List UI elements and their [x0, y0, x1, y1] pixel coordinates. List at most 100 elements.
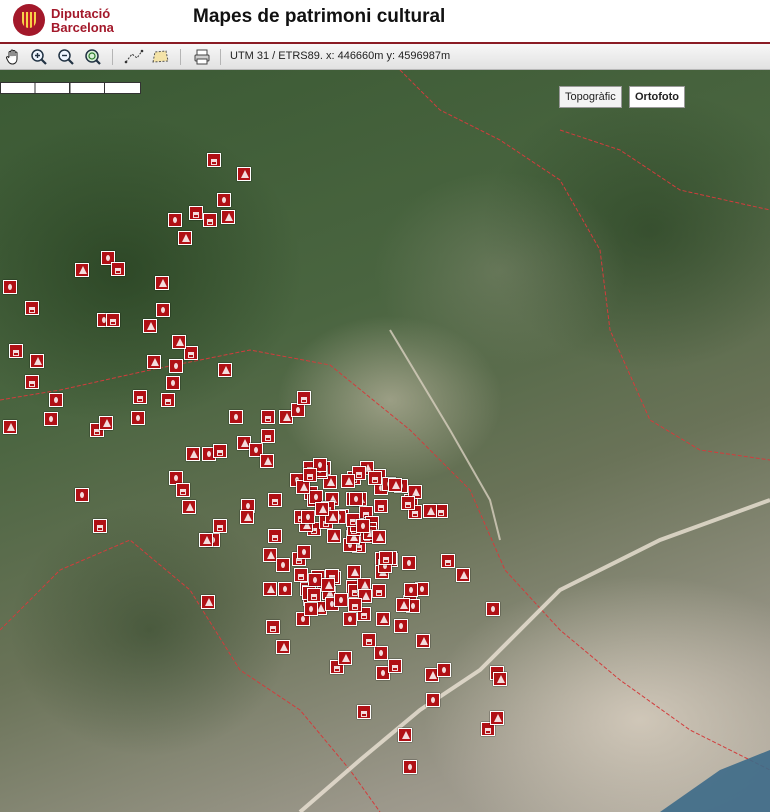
heritage-marker[interactable] [169, 359, 183, 373]
heritage-marker[interactable] [493, 672, 507, 686]
heritage-marker[interactable] [166, 376, 180, 390]
heritage-marker[interactable] [372, 584, 387, 599]
heritage-marker[interactable] [404, 582, 419, 597]
heritage-marker[interactable] [143, 319, 157, 333]
heritage-marker[interactable] [374, 646, 388, 660]
heritage-marker[interactable] [394, 619, 408, 633]
heritage-marker[interactable] [349, 492, 364, 507]
heritage-marker[interactable] [218, 363, 232, 377]
measure-distance-icon[interactable] [124, 47, 144, 67]
heritage-marker[interactable] [240, 510, 254, 524]
heritage-marker[interactable] [147, 355, 161, 369]
heritage-marker[interactable] [75, 263, 89, 277]
heritage-marker[interactable] [348, 598, 362, 613]
heritage-marker[interactable] [268, 529, 282, 543]
heritage-marker[interactable] [260, 454, 274, 468]
measure-area-icon[interactable] [150, 47, 170, 67]
heritage-marker[interactable] [400, 496, 415, 511]
heritage-marker[interactable] [343, 612, 357, 626]
heritage-marker[interactable] [182, 500, 196, 514]
heritage-marker[interactable] [294, 567, 308, 582]
heritage-marker[interactable] [307, 588, 322, 603]
hand-pan-icon[interactable] [3, 47, 23, 67]
heritage-marker[interactable] [75, 488, 89, 502]
heritage-marker[interactable] [106, 313, 120, 327]
heritage-marker[interactable] [426, 693, 440, 707]
heritage-marker[interactable] [401, 556, 416, 571]
heritage-marker[interactable] [347, 565, 362, 580]
heritage-marker[interactable] [297, 391, 311, 405]
heritage-marker[interactable] [373, 498, 388, 513]
heritage-marker[interactable] [221, 210, 235, 224]
heritage-marker[interactable] [372, 530, 387, 545]
heritage-marker[interactable] [416, 634, 430, 648]
heritage-marker[interactable] [213, 519, 227, 533]
heritage-marker[interactable] [25, 301, 39, 315]
zoom-in-icon[interactable] [29, 47, 49, 67]
topographic-layer-button[interactable]: Topogràfic [559, 86, 622, 108]
heritage-marker[interactable] [423, 504, 437, 518]
heritage-marker[interactable] [229, 410, 243, 424]
diputacio-logo[interactable]: Diputació Barcelona [13, 4, 143, 40]
heritage-marker[interactable] [367, 470, 382, 485]
heritage-marker[interactable] [263, 582, 277, 596]
heritage-marker[interactable] [295, 480, 310, 495]
heritage-marker[interactable] [437, 663, 451, 677]
heritage-marker[interactable] [207, 153, 221, 167]
heritage-marker[interactable] [199, 533, 213, 547]
heritage-marker[interactable] [3, 280, 17, 294]
heritage-marker[interactable] [161, 393, 175, 407]
heritage-marker[interactable] [303, 601, 318, 616]
heritage-marker[interactable] [490, 711, 504, 725]
heritage-marker[interactable] [93, 519, 107, 533]
heritage-marker[interactable] [387, 477, 402, 492]
heritage-marker[interactable] [315, 502, 330, 517]
heritage-marker[interactable] [186, 447, 200, 461]
heritage-marker[interactable] [296, 545, 311, 560]
print-icon[interactable] [192, 47, 212, 67]
heritage-marker[interactable] [326, 528, 341, 543]
heritage-marker[interactable] [213, 444, 227, 458]
heritage-marker[interactable] [291, 403, 305, 417]
heritage-marker[interactable] [356, 519, 371, 534]
heritage-marker[interactable] [396, 598, 410, 613]
heritage-marker[interactable] [302, 467, 317, 482]
heritage-marker[interactable] [178, 231, 192, 245]
heritage-marker[interactable] [362, 633, 376, 647]
heritage-marker[interactable] [172, 335, 186, 349]
heritage-marker[interactable] [263, 548, 277, 562]
heritage-marker[interactable] [320, 578, 335, 593]
heritage-marker[interactable] [217, 193, 231, 207]
heritage-marker[interactable] [155, 276, 169, 290]
heritage-marker[interactable] [398, 728, 412, 742]
heritage-marker[interactable] [168, 213, 182, 227]
heritage-marker[interactable] [486, 602, 500, 616]
heritage-marker[interactable] [456, 568, 470, 582]
heritage-marker[interactable] [333, 592, 348, 607]
heritage-marker[interactable] [201, 595, 215, 609]
heritage-marker[interactable] [131, 411, 145, 425]
heritage-marker[interactable] [261, 410, 275, 424]
heritage-marker[interactable] [184, 346, 198, 360]
map-canvas[interactable]: Topogràfic Ortofoto [0, 70, 770, 812]
heritage-marker[interactable] [388, 659, 402, 673]
heritage-marker[interactable] [176, 483, 190, 497]
heritage-marker[interactable] [341, 473, 356, 488]
heritage-marker[interactable] [44, 412, 58, 426]
heritage-marker[interactable] [441, 554, 455, 568]
heritage-marker[interactable] [357, 705, 371, 719]
heritage-marker[interactable] [276, 558, 290, 572]
heritage-marker[interactable] [276, 640, 290, 654]
heritage-marker[interactable] [278, 582, 292, 596]
heritage-marker[interactable] [189, 206, 203, 220]
heritage-marker[interactable] [156, 303, 170, 317]
heritage-marker[interactable] [379, 550, 394, 565]
heritage-marker[interactable] [111, 262, 125, 276]
heritage-marker[interactable] [203, 213, 217, 227]
orthophoto-layer-button[interactable]: Ortofoto [629, 86, 685, 108]
zoom-extent-icon[interactable] [83, 47, 103, 67]
heritage-marker[interactable] [3, 420, 17, 434]
heritage-marker[interactable] [266, 620, 280, 634]
heritage-marker[interactable] [403, 760, 417, 774]
heritage-marker[interactable] [133, 390, 147, 404]
